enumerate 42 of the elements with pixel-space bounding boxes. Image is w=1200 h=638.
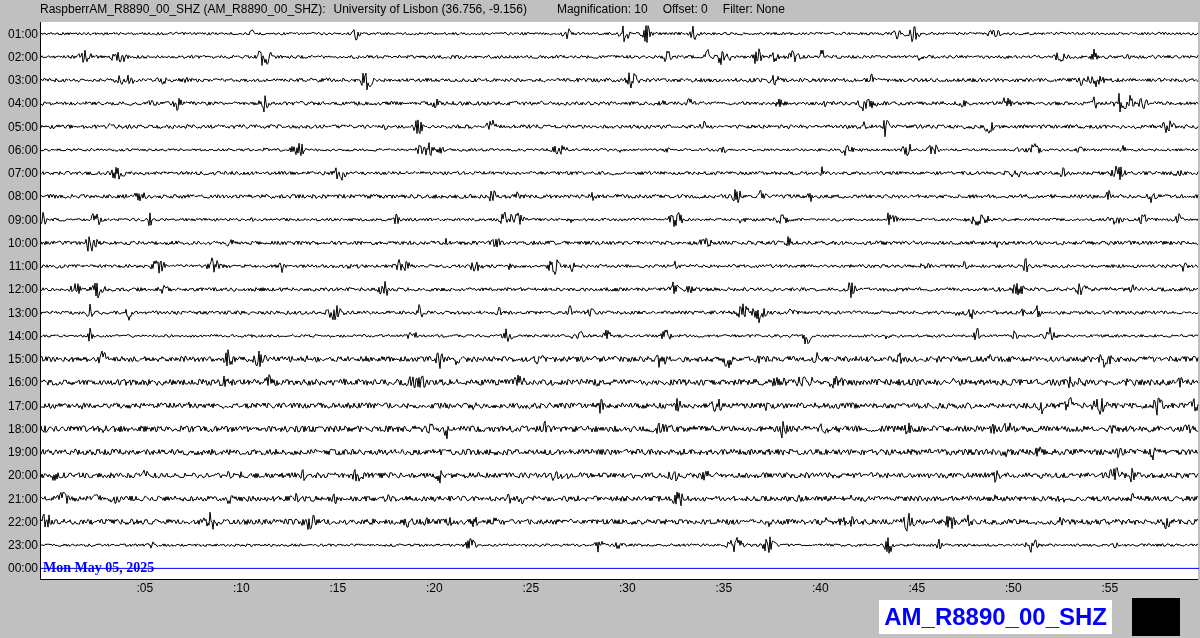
time-tick-label: :20 xyxy=(426,582,443,594)
time-tick-label: :55 xyxy=(1101,582,1119,594)
time-tick-label: :40 xyxy=(812,582,829,594)
hour-label: 13:00 xyxy=(7,306,38,319)
hour-label: 09:00 xyxy=(7,213,38,226)
hour-label: 06:00 xyxy=(7,143,38,156)
offset-text: Offset: 0 xyxy=(662,1,708,18)
time-tick-label: :05 xyxy=(136,582,154,594)
hour-label: 04:00 xyxy=(7,97,38,110)
hour-label: 19:00 xyxy=(7,446,38,459)
hour-label: 12:00 xyxy=(7,283,38,296)
hour-label: 00:00 xyxy=(7,562,38,575)
time-tick-label: :25 xyxy=(522,582,540,594)
hour-label: 16:00 xyxy=(7,376,38,389)
hour-label: 08:00 xyxy=(7,190,38,203)
time-tick-label: :35 xyxy=(715,582,733,594)
magnification-text: Magnification: 10 xyxy=(556,1,648,18)
time-tick-label: :15 xyxy=(329,582,347,594)
hour-label: 10:00 xyxy=(7,236,38,249)
hour-label: 22:00 xyxy=(7,515,38,528)
hour-label: 20:00 xyxy=(7,469,38,482)
hour-label: 01:00 xyxy=(7,27,38,40)
station-title: RaspberrAM_R8890_00_SHZ (AM_R8890_00_SHZ): xyxy=(40,1,326,18)
hour-label: 05:00 xyxy=(7,120,38,133)
time-tick-label: :30 xyxy=(619,582,636,594)
hour-label: 11:00 xyxy=(8,260,38,273)
station-label: AM_R8890_00_SHZ xyxy=(879,600,1112,634)
time-tick-label: :45 xyxy=(908,582,926,594)
hour-label: 17:00 xyxy=(7,399,38,412)
hour-label: 07:00 xyxy=(7,167,38,180)
hour-label: 23:00 xyxy=(7,539,38,552)
hour-label: 18:00 xyxy=(7,422,38,435)
filter-text: Filter: None xyxy=(722,1,785,18)
hour-label: 02:00 xyxy=(7,50,38,63)
time-tick-label: :10 xyxy=(233,582,250,594)
indicator-square xyxy=(1132,598,1180,636)
location-text: University of Lisbon (36.756, -9.156) xyxy=(333,1,527,18)
hour-label: 21:00 xyxy=(7,492,38,505)
hour-label: 14:00 xyxy=(7,329,38,342)
hour-label: 03:00 xyxy=(7,74,38,87)
time-tick-label: :50 xyxy=(1005,582,1022,594)
hour-label: 15:00 xyxy=(7,353,38,366)
